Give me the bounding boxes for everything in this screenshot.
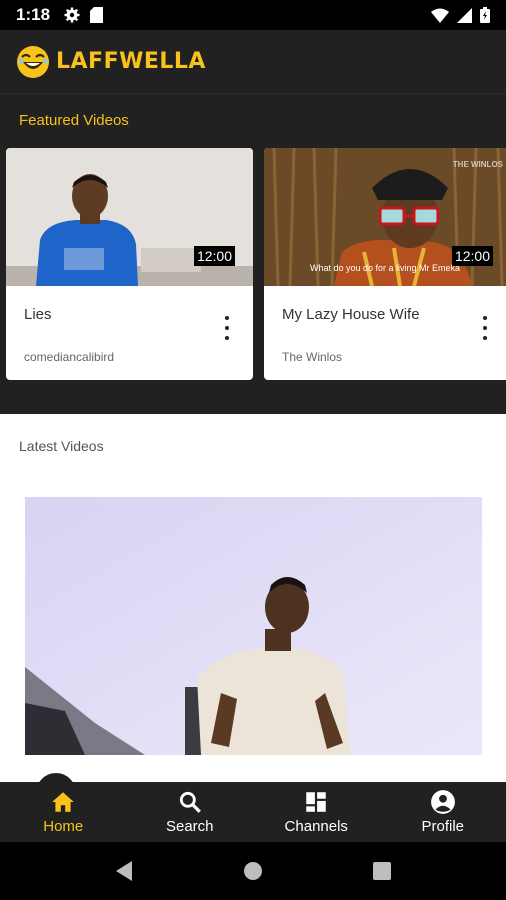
- video-duration-badge: 12:00: [451, 246, 493, 266]
- sd-card-icon: [90, 7, 104, 23]
- status-time: 1:18: [16, 5, 51, 24]
- laughing-face-logo-icon: [17, 45, 49, 78]
- app-bar: LAFFWELLA: [0, 30, 506, 94]
- bottom-nav: Home Search Channels Profile: [0, 782, 506, 842]
- nav-label-channels: Channels: [284, 818, 348, 835]
- latest-video-thumbnail[interactable]: [25, 497, 482, 755]
- brand-title: LAFFWELLA: [56, 49, 206, 74]
- video-thumbnail[interactable]: THE WINLOS What do you do for a living M…: [264, 148, 506, 286]
- signal-icon: [457, 7, 472, 23]
- wifi-icon: [431, 8, 449, 23]
- featured-video-card[interactable]: THE WINLOS What do you do for a living M…: [264, 148, 506, 380]
- system-nav-bar: [0, 842, 506, 900]
- search-icon: [179, 791, 201, 813]
- back-icon[interactable]: [114, 860, 134, 882]
- battery-icon: [480, 7, 490, 23]
- nav-item-profile[interactable]: Profile: [380, 782, 506, 842]
- nav-label-profile: Profile: [421, 818, 465, 835]
- video-title[interactable]: Lies: [24, 306, 52, 323]
- profile-icon: [430, 790, 455, 814]
- channel-watermark: THE WINLOS: [452, 160, 503, 169]
- home-icon: [52, 792, 75, 812]
- nav-label-search: Search: [165, 818, 214, 835]
- nav-label-home: Home: [43, 818, 84, 835]
- more-options-icon[interactable]: [481, 316, 489, 340]
- featured-section-title: Featured Videos: [19, 112, 129, 129]
- nav-item-search[interactable]: Search: [127, 782, 254, 842]
- channels-icon: [306, 792, 326, 812]
- latest-section: Latest Videos: [0, 414, 506, 782]
- latest-section-title: Latest Videos: [19, 438, 104, 454]
- recents-icon[interactable]: [372, 861, 392, 881]
- more-options-icon[interactable]: [223, 316, 231, 340]
- status-bar: 1:18: [0, 0, 506, 30]
- video-thumbnail[interactable]: 12:00: [6, 148, 253, 286]
- settings-gear-icon: [64, 7, 80, 23]
- video-title[interactable]: My Lazy House Wife: [282, 306, 420, 323]
- home-circle-icon[interactable]: [243, 861, 263, 881]
- video-subtitle: What do you do for a living Mr Emeka: [310, 263, 461, 273]
- nav-item-home[interactable]: Home: [0, 782, 127, 842]
- video-channel[interactable]: The Winlos: [282, 350, 342, 364]
- featured-video-card[interactable]: 12:00 Lies comediancalibird: [6, 148, 253, 380]
- nav-item-channels[interactable]: Channels: [253, 782, 380, 842]
- video-duration-badge: 12:00: [193, 246, 235, 266]
- featured-section: Featured Videos 12:00 Lies comediancalib…: [0, 94, 506, 414]
- video-channel[interactable]: comediancalibird: [24, 350, 114, 364]
